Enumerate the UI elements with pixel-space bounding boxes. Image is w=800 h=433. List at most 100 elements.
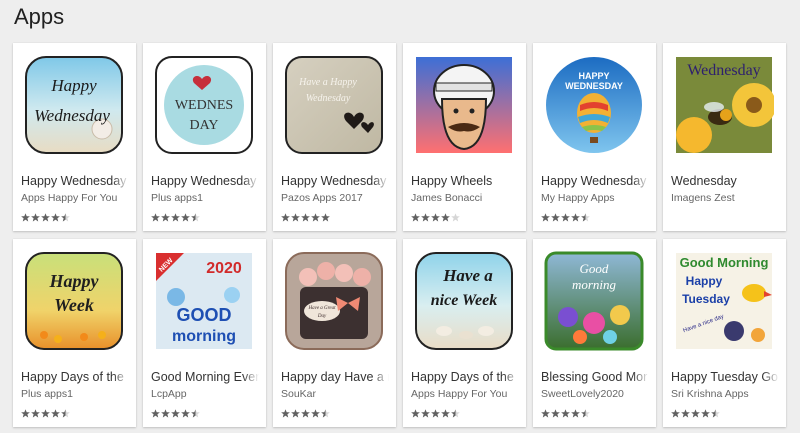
app-developer[interactable]: LcpApp xyxy=(151,388,261,400)
app-title[interactable]: Good Morning Ever xyxy=(151,370,259,384)
star-full-icon xyxy=(281,409,290,418)
star-full-icon xyxy=(51,409,60,418)
app-developer[interactable]: Sri Krishna Apps xyxy=(671,388,781,400)
app-card[interactable]: Wednesday Wednesday Imagens Zest xyxy=(663,43,786,231)
star-half-icon xyxy=(191,213,200,222)
star-full-icon xyxy=(321,213,330,222)
app-title[interactable]: Happy day Have a n xyxy=(281,370,389,384)
star-rating xyxy=(151,213,200,222)
section-title: Apps xyxy=(14,4,65,29)
app-developer[interactable]: Apps Happy For You xyxy=(21,192,131,204)
app-title[interactable]: Happy Wednesday xyxy=(281,174,389,188)
star-rating xyxy=(541,409,590,418)
star-rating xyxy=(151,409,200,418)
star-half-icon xyxy=(581,409,590,418)
star-half-icon xyxy=(321,409,330,418)
app-developer[interactable]: James Bonacci xyxy=(411,192,521,204)
star-rating xyxy=(411,409,460,418)
app-title[interactable]: Happy Days of the xyxy=(411,370,519,384)
app-developer[interactable]: Plus apps1 xyxy=(21,388,131,400)
star-rating xyxy=(281,409,330,418)
wednesday-heart-icon: WEDNES DAY xyxy=(154,55,254,155)
svg-text:2020: 2020 xyxy=(206,260,242,277)
app-title[interactable]: Happy Wednesday xyxy=(541,174,649,188)
app-title[interactable]: Happy Tuesday Go xyxy=(671,370,779,384)
star-rating xyxy=(21,213,70,222)
happy-wednesday-beach-icon: Happy Wednesday xyxy=(24,55,124,155)
star-rating xyxy=(541,213,590,222)
star-full-icon xyxy=(171,213,180,222)
nice-week-beach-icon: Have a nice Week xyxy=(414,251,514,351)
star-full-icon xyxy=(21,409,30,418)
happy-wheels-helmet-icon xyxy=(414,55,514,155)
star-full-icon xyxy=(31,409,40,418)
star-full-icon xyxy=(691,409,700,418)
star-full-icon xyxy=(171,409,180,418)
app-card[interactable]: Good morning Blessing Good Mor SweetLove… xyxy=(533,239,656,427)
app-developer[interactable]: Plus apps1 xyxy=(151,192,261,204)
star-full-icon xyxy=(161,213,170,222)
star-full-icon xyxy=(311,213,320,222)
app-title[interactable]: Blessing Good Mor xyxy=(541,370,649,384)
svg-text:Have a Happy: Have a Happy xyxy=(298,77,357,88)
wednesday-bee-icon: Wednesday xyxy=(674,55,774,155)
star-full-icon xyxy=(571,409,580,418)
svg-text:Happy: Happy xyxy=(50,76,97,95)
svg-text:HAPPY: HAPPY xyxy=(578,71,609,81)
star-half-icon xyxy=(191,409,200,418)
star-full-icon xyxy=(431,213,440,222)
star-full-icon xyxy=(671,409,680,418)
app-developer[interactable]: My Happy Apps xyxy=(541,192,651,204)
app-card[interactable]: WEDNES DAY Happy Wednesday Plus apps1 xyxy=(143,43,266,231)
star-full-icon xyxy=(441,409,450,418)
star-full-icon xyxy=(281,213,290,222)
app-developer[interactable]: Apps Happy For You xyxy=(411,388,521,400)
app-developer[interactable]: Imagens Zest xyxy=(671,192,781,204)
svg-text:Happy: Happy xyxy=(49,271,100,291)
svg-text:Tuesday: Tuesday xyxy=(682,292,730,306)
svg-text:Wednesday: Wednesday xyxy=(34,106,110,125)
good-morning-2020-icon: NEW 2020 GOOD morning xyxy=(154,251,254,351)
app-title[interactable]: Wednesday xyxy=(671,174,779,188)
app-title[interactable]: Happy Wednesday xyxy=(151,174,259,188)
app-card[interactable]: Have a Happy Wednesday Happy Wednesday P… xyxy=(273,43,396,231)
app-card[interactable]: Happy Wednesday Happy Wednesday Apps Hap… xyxy=(13,43,136,231)
svg-text:Wednesday: Wednesday xyxy=(306,93,351,104)
star-full-icon xyxy=(291,409,300,418)
svg-text:Happy: Happy xyxy=(686,274,723,288)
app-title[interactable]: Happy Days of the xyxy=(21,370,129,384)
good-morning-tuesday-bird-icon: Good Morning Happy Tuesday Have a nice d… xyxy=(674,251,774,351)
star-full-icon xyxy=(571,213,580,222)
star-rating xyxy=(671,409,720,418)
svg-text:WEDNES: WEDNES xyxy=(175,98,233,113)
app-card[interactable]: Have a nice Week Happy Days of the Apps … xyxy=(403,239,526,427)
star-full-icon xyxy=(291,213,300,222)
app-card[interactable]: NEW 2020 GOOD morning Good Morning Ever … xyxy=(143,239,266,427)
app-title[interactable]: Happy Wheels xyxy=(411,174,519,188)
star-full-icon xyxy=(161,409,170,418)
star-full-icon xyxy=(681,409,690,418)
star-full-icon xyxy=(151,213,160,222)
app-developer[interactable]: SouKar xyxy=(281,388,391,400)
svg-text:morning: morning xyxy=(572,277,617,292)
star-half-icon xyxy=(61,213,70,222)
star-full-icon xyxy=(301,409,310,418)
svg-text:GOOD: GOOD xyxy=(176,305,231,325)
hot-air-balloon-icon: HAPPY WEDNESDAY xyxy=(544,55,644,155)
star-full-icon xyxy=(541,409,550,418)
app-card[interactable]: Happy Wheels James Bonacci xyxy=(403,43,526,231)
svg-text:Good Morning: Good Morning xyxy=(680,255,769,270)
star-full-icon xyxy=(301,213,310,222)
app-card[interactable]: HAPPY WEDNESDAY Happy Wednesday My Happy… xyxy=(533,43,656,231)
svg-text:morning: morning xyxy=(172,328,236,345)
svg-text:Week: Week xyxy=(54,295,94,315)
star-full-icon xyxy=(441,213,450,222)
app-developer[interactable]: Pazos Apps 2017 xyxy=(281,192,391,204)
app-card[interactable]: Have a Great Day Happy day Have a n SouK… xyxy=(273,239,396,427)
app-card[interactable]: Happy Week Happy Days of the Plus apps1 xyxy=(13,239,136,427)
app-title[interactable]: Happy Wednesday xyxy=(21,174,129,188)
app-card[interactable]: Good Morning Happy Tuesday Have a nice d… xyxy=(663,239,786,427)
star-full-icon xyxy=(411,213,420,222)
app-developer[interactable]: SweetLovely2020 xyxy=(541,388,651,400)
star-full-icon xyxy=(41,409,50,418)
